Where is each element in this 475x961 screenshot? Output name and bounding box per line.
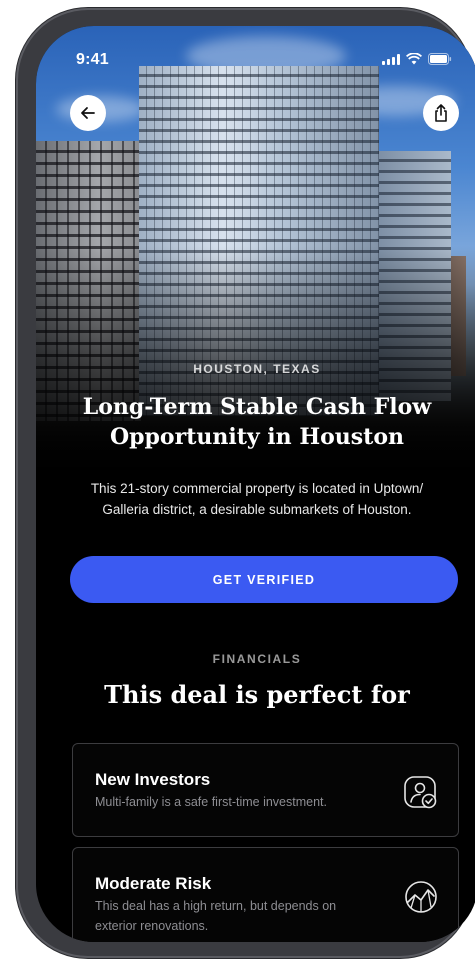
share-button[interactable] <box>423 95 459 131</box>
arrow-left-icon <box>81 107 95 119</box>
property-title: Long-Term Stable Cash Flow Opportunity i… <box>82 394 432 450</box>
app-screen: 9:41 HOUSTON, TEXAS Long-Term Stable Cas… <box>36 26 475 942</box>
signal-icon <box>382 54 400 65</box>
chart-globe-icon <box>405 881 437 913</box>
card-title: New Investors <box>95 770 211 789</box>
user-check-icon <box>404 776 437 809</box>
phone-frame: 9:41 HOUSTON, TEXAS Long-Term Stable Cas… <box>16 8 475 958</box>
share-icon <box>435 104 447 122</box>
status-bar: 9:41 <box>36 26 475 76</box>
back-button[interactable] <box>70 95 106 131</box>
financials-label: FINANCIALS <box>212 652 302 666</box>
property-description: This 21-story commercial property is loc… <box>90 481 424 517</box>
card-moderate-risk[interactable]: Moderate Risk This deal has a high retur… <box>72 847 459 942</box>
wifi-icon <box>406 53 422 65</box>
financials-title: This deal is perfect for <box>104 680 410 709</box>
card-text: This deal has a high return, but depends… <box>95 899 337 933</box>
card-new-investors[interactable]: New Investors Multi-family is a safe fir… <box>72 743 459 837</box>
property-location: HOUSTON, TEXAS <box>193 362 321 376</box>
card-text: Multi-family is a safe first-time invest… <box>95 795 327 809</box>
status-time: 9:41 <box>76 51 109 68</box>
card-title: Moderate Risk <box>95 874 212 893</box>
battery-icon <box>428 53 452 65</box>
get-verified-button[interactable]: GET VERIFIED <box>70 556 458 603</box>
